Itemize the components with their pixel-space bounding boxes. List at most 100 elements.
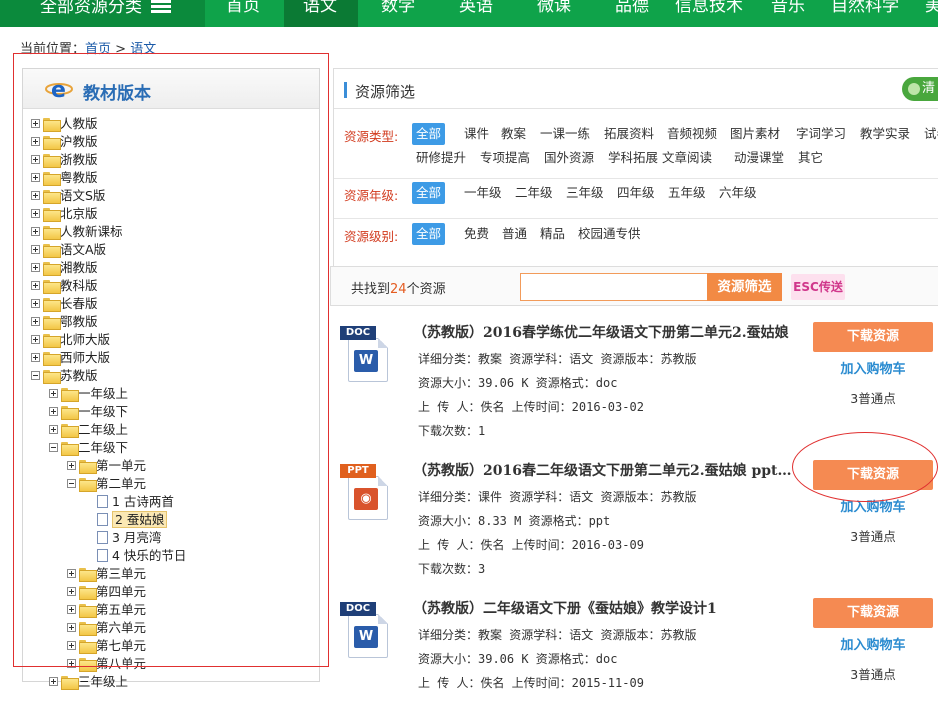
unit-node[interactable]: 第三单元 [67,565,146,583]
edition-node[interactable]: 沪教版 [31,133,98,151]
edition-node[interactable]: 长春版 [31,295,98,313]
expand-toggle-icon[interactable] [31,263,40,272]
collapse-toggle-icon[interactable] [67,479,76,488]
ppt-file-icon[interactable]: PPT ◉ [338,464,396,522]
nav-item-science[interactable]: 自然科学 [831,0,911,27]
download-button[interactable]: 下载资源 [813,322,933,352]
expand-toggle-icon[interactable] [31,119,40,128]
expand-toggle-icon[interactable] [49,389,58,398]
expand-toggle-icon[interactable] [31,245,40,254]
filter-option[interactable]: 专项提高 [476,147,534,169]
expand-toggle-icon[interactable] [31,191,40,200]
doc-file-icon[interactable]: DOC W [338,602,396,660]
edition-node[interactable]: 鄂教版 [31,313,98,331]
expand-toggle-icon[interactable] [31,299,40,308]
filter-option[interactable]: 教案 [497,123,530,145]
add-to-cart-link[interactable]: 加入购物车 [813,358,933,377]
edition-node[interactable]: 北京版 [31,205,98,223]
filter-option[interactable]: 拓展资料 [600,123,658,145]
filter-option[interactable]: 其它 [794,147,827,169]
filter-option[interactable]: 动漫课堂 [730,147,788,169]
grade-node[interactable]: 二年级上 [49,421,128,439]
nav-item-art[interactable]: 美 [925,0,938,27]
filter-option[interactable]: 六年级 [715,182,761,204]
lesson-node[interactable]: 3 月亮湾 [97,529,161,547]
grade-node[interactable]: 一年级下 [49,403,128,421]
resource-title-link[interactable]: （苏教版）二年级语文下册《蚕姑娘》教学设计1 [413,598,813,618]
nav-item-math[interactable]: 数学 [381,0,421,27]
filter-option[interactable]: 学科拓展 [604,147,662,169]
expand-toggle-icon[interactable] [31,335,40,344]
search-input[interactable] [520,273,708,301]
filter-option[interactable]: 试卷 [920,123,938,145]
expand-toggle-icon[interactable] [67,569,76,578]
expand-toggle-icon[interactable] [67,587,76,596]
unit-node[interactable]: 第七单元 [67,637,146,655]
unit-node[interactable]: 第六单元 [67,619,146,637]
edition-node[interactable]: 北师大版 [31,331,110,349]
filter-option[interactable]: 研修提升 [412,147,470,169]
expand-toggle-icon[interactable] [31,227,40,236]
expand-toggle-icon[interactable] [67,605,76,614]
filter-option[interactable]: 普通 [498,223,531,245]
filter-option[interactable]: 四年级 [613,182,659,204]
lesson-node[interactable]: 1 古诗两首 [97,493,174,511]
nav-item-home[interactable]: 首页 [226,0,266,27]
edition-node[interactable]: 人教版 [31,115,98,133]
filter-option[interactable]: 校园通专供 [574,223,645,245]
edition-node[interactable]: 苏教版 [31,367,98,385]
edition-node[interactable]: 语文A版 [31,241,106,259]
resource-title-link[interactable]: （苏教版）2016春二年级语文下册第二单元2.蚕姑娘 ppt… [413,460,813,480]
expand-toggle-icon[interactable] [67,461,76,470]
lesson-node[interactable]: 2 蚕姑娘 [97,511,168,529]
filter-option[interactable]: 五年级 [664,182,710,204]
breadcrumb-current-link[interactable]: 语文 [130,42,156,57]
nav-item-english[interactable]: 英语 [459,0,499,27]
expand-toggle-icon[interactable] [67,659,76,668]
filter-option[interactable]: 国外资源 [540,147,598,169]
expand-toggle-icon[interactable] [49,425,58,434]
collapse-toggle-icon[interactable] [49,443,58,452]
edition-node[interactable]: 浙教版 [31,151,98,169]
expand-toggle-icon[interactable] [31,137,40,146]
resource-filter-button[interactable]: 资源筛选 [707,273,782,301]
breadcrumb-home-link[interactable]: 首页 [85,42,111,57]
add-to-cart-link[interactable]: 加入购物车 [813,634,933,653]
esc-transfer-button[interactable]: ESC传送 [791,274,845,300]
edition-node[interactable]: 西师大版 [31,349,110,367]
expand-toggle-icon[interactable] [31,353,40,362]
edition-node[interactable]: 语文S版 [31,187,105,205]
download-button[interactable]: 下载资源 [813,460,933,490]
filter-option[interactable]: 二年级 [511,182,557,204]
filter-option[interactable]: 音频视频 [663,123,721,145]
filter-option[interactable]: 免费 [460,223,493,245]
edition-node[interactable]: 教科版 [31,277,98,295]
filter-option[interactable]: 一年级 [460,182,506,204]
filter-option[interactable]: 文章阅读 [658,147,716,169]
all-categories-button[interactable]: 全部资源分类 [0,0,205,27]
edition-node[interactable]: 人教新课标 [31,223,123,241]
add-to-cart-link[interactable]: 加入购物车 [813,496,933,515]
edition-node[interactable]: 粤教版 [31,169,98,187]
filter-option[interactable]: 全部 [412,182,446,204]
grade-node[interactable]: 二年级下 [49,439,128,457]
unit-node[interactable]: 第四单元 [67,583,146,601]
expand-toggle-icon[interactable] [49,407,58,416]
nav-item-music[interactable]: 音乐 [771,0,811,27]
nav-item-morality[interactable]: 品德 [615,0,655,27]
nav-item-chinese[interactable]: 语文 [284,0,358,27]
filter-option[interactable]: 课件 [460,123,493,145]
nav-item-microclass[interactable]: 微课 [537,0,577,27]
expand-toggle-icon[interactable] [67,623,76,632]
clear-filter-button[interactable]: 清 [902,77,938,101]
unit-node[interactable]: 第二单元 [67,475,146,493]
filter-option[interactable]: 字词学习 [792,123,850,145]
filter-option[interactable]: 一课一练 [536,123,594,145]
collapse-toggle-icon[interactable] [31,371,40,380]
unit-node[interactable]: 第一单元 [67,457,146,475]
unit-node[interactable]: 第八单元 [67,655,146,673]
resource-title-link[interactable]: （苏教版）2016春学练优二年级语文下册第二单元2.蚕姑娘 [413,322,813,342]
filter-option[interactable]: 三年级 [562,182,608,204]
expand-toggle-icon[interactable] [31,281,40,290]
expand-toggle-icon[interactable] [31,155,40,164]
